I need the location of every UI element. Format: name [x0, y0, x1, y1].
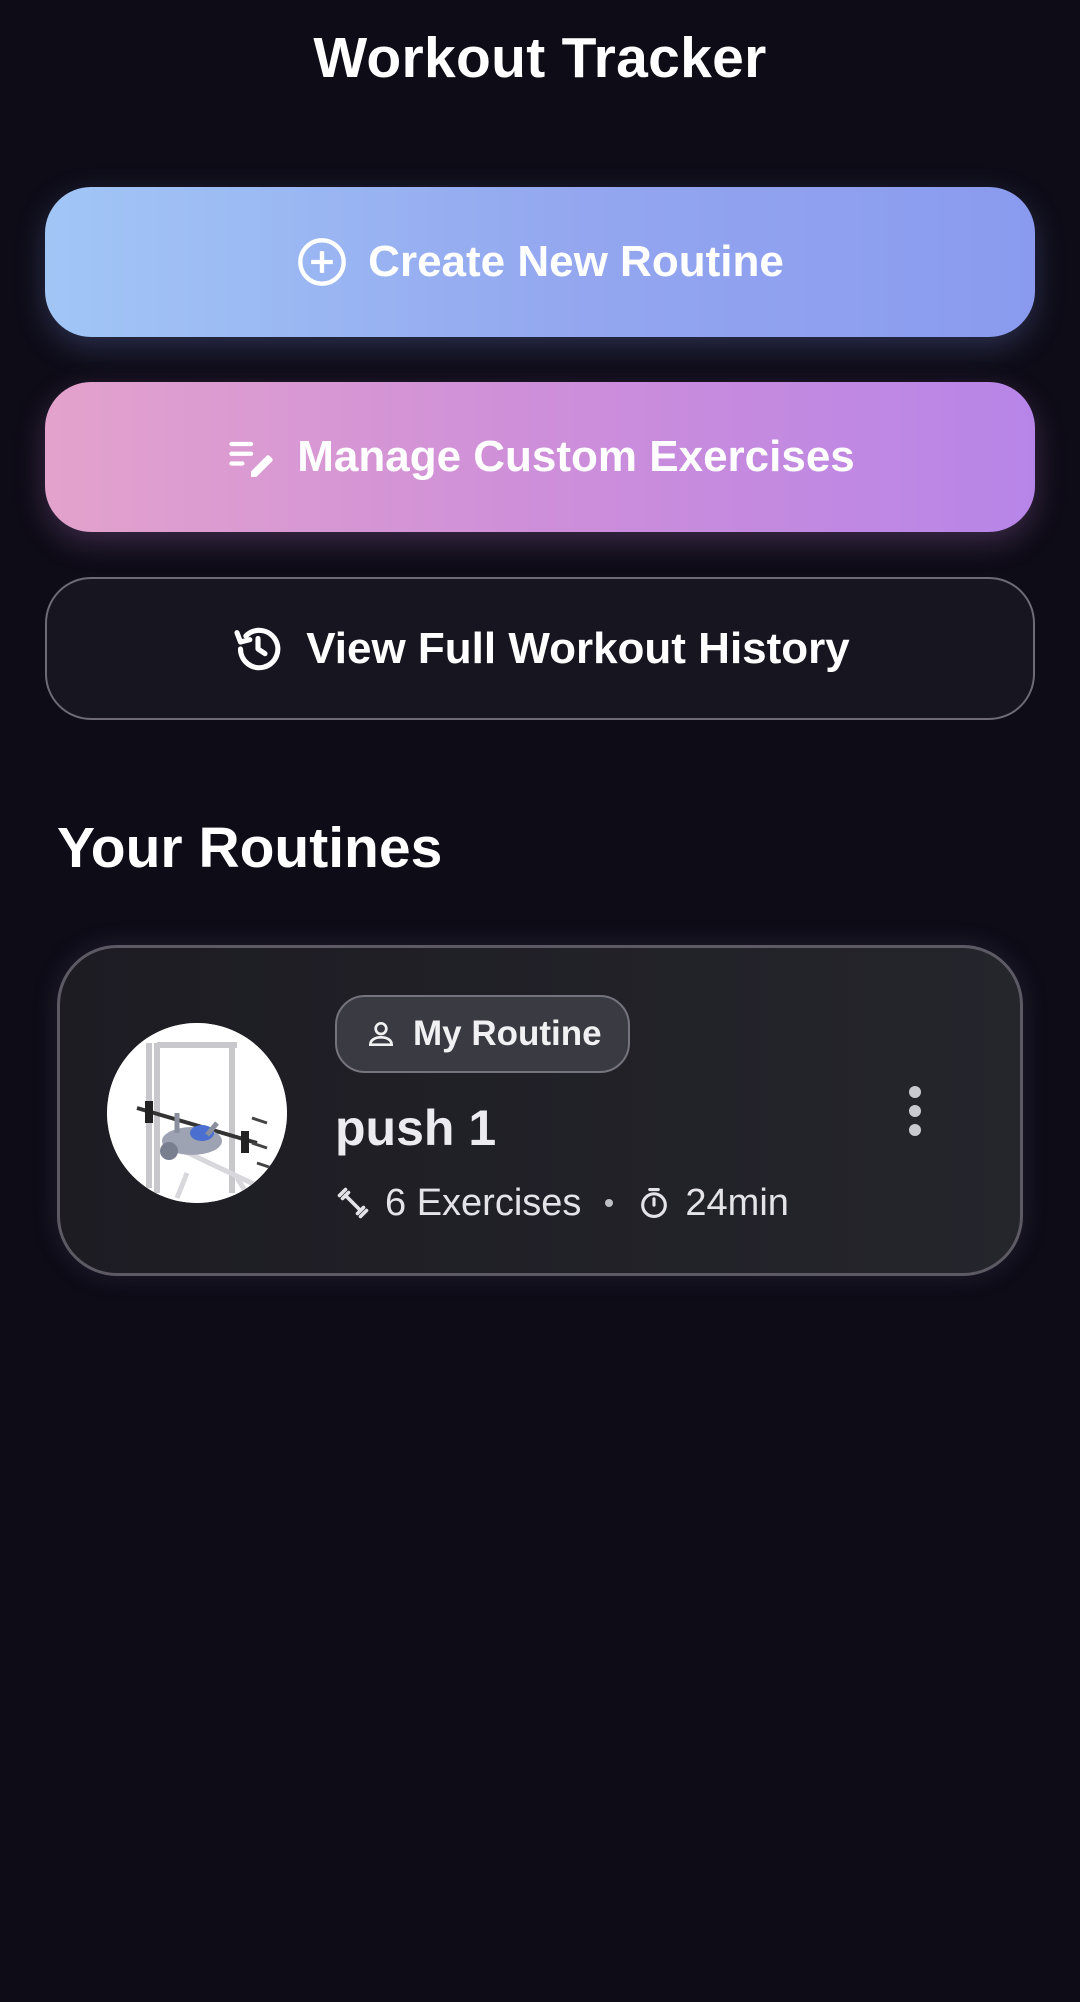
person-icon: [365, 1018, 397, 1050]
workout-history-label: View Full Workout History: [306, 623, 850, 673]
manage-exercises-label: Manage Custom Exercises: [297, 432, 855, 481]
meta-separator: [605, 1199, 614, 1207]
more-vert-icon: [905, 1085, 925, 1142]
more-options-button[interactable]: [880, 1073, 950, 1153]
create-routine-button[interactable]: Create New Routine: [45, 187, 1035, 337]
dumbbell-icon: [335, 1185, 371, 1221]
routine-badge: My Routine: [335, 995, 630, 1073]
routine-name: push 1: [335, 1100, 497, 1156]
history-icon: [230, 621, 286, 677]
timer-icon: [637, 1186, 671, 1220]
exercise-count: 6 Exercises: [385, 1182, 582, 1224]
routine-badge-label: My Routine: [413, 1014, 602, 1053]
edit-list-icon: [225, 431, 277, 483]
app-screen: Workout Tracker Create New Routine Manag…: [0, 0, 1080, 2002]
routine-duration: 24min: [685, 1182, 789, 1224]
routines-section-title: Your Routines: [57, 816, 443, 880]
page-title: Workout Tracker: [313, 26, 767, 90]
routine-card[interactable]: My Routine push 1 6 Exercises 24min: [57, 945, 1023, 1276]
routine-meta: 6 Exercises 24min: [335, 1180, 789, 1226]
manage-exercises-button[interactable]: Manage Custom Exercises: [45, 382, 1035, 532]
workout-history-button[interactable]: View Full Workout History: [45, 577, 1035, 720]
bench-press-image: [107, 1023, 287, 1203]
create-routine-label: Create New Routine: [368, 237, 784, 286]
add-circle-icon: [296, 236, 348, 288]
